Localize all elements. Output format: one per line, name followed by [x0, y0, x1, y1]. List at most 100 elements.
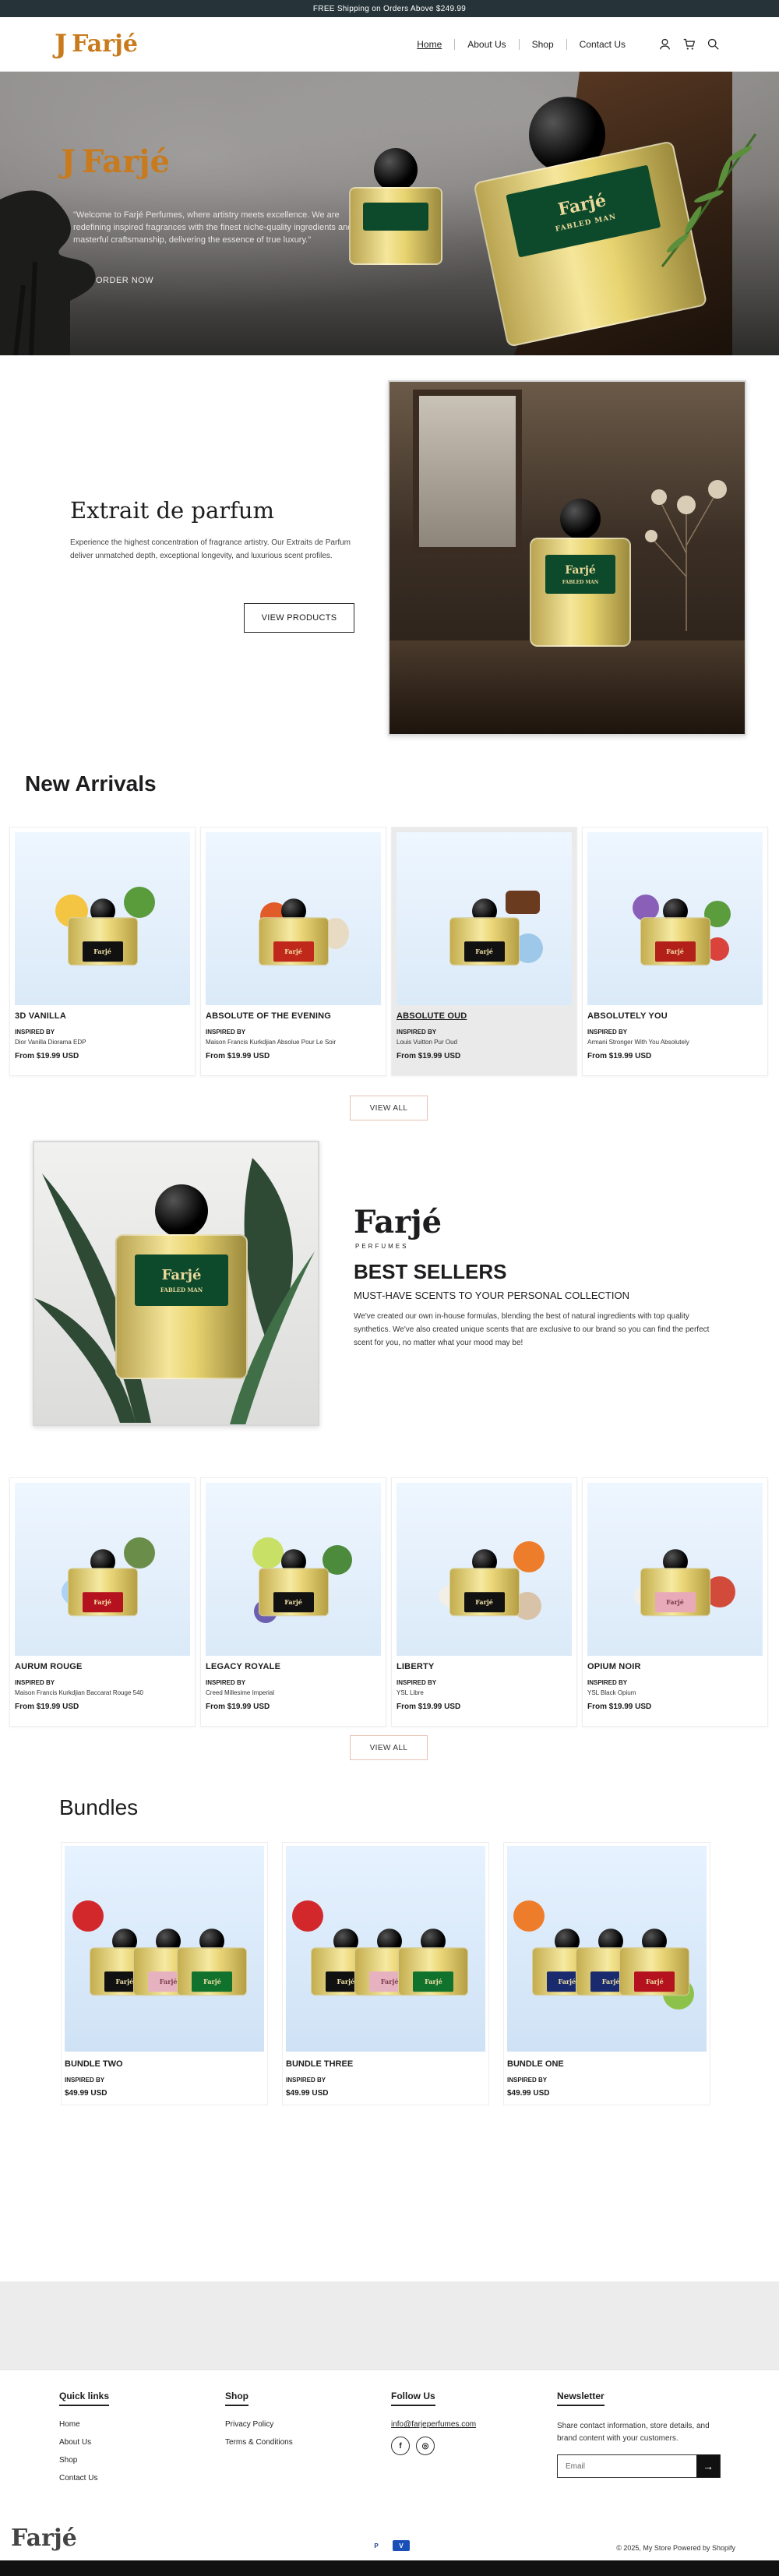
inspired-label: INSPIRED BY [15, 1679, 55, 1686]
product-price: From $19.99 USD [15, 1703, 79, 1711]
instagram-icon[interactable]: ◎ [416, 2437, 435, 2455]
nav-home[interactable]: Home [404, 38, 456, 50]
footer-link-about-us[interactable]: About Us [59, 2438, 109, 2447]
product-price: From $19.99 USD [397, 1052, 461, 1060]
logo-mark: J [55, 28, 68, 60]
best-bottle-name: FABLED MAN [160, 1286, 203, 1293]
site-logo[interactable]: J Farjé [55, 29, 138, 60]
hero-logo: J Farjé [61, 143, 170, 180]
inspired-by: YSL Libre [397, 1689, 424, 1696]
bundle-price: $49.99 USD [65, 2089, 108, 2098]
footer-email-link[interactable]: info@farjeperfumes.com [391, 2420, 476, 2429]
extrait-text: Experience the highest concentration of … [70, 538, 351, 560]
payment-icons: P V [368, 2540, 410, 2551]
nav-about-us[interactable]: About Us [455, 38, 520, 50]
hero-small-bottle [349, 148, 442, 265]
extrait-photo: Farjé FABLED MAN [388, 380, 746, 736]
inspired-label: INSPIRED BY [507, 2077, 548, 2084]
inspired-by: Maison Francis Kurkdjian Baccarat Rouge … [15, 1689, 143, 1696]
product-name: 3D VANILLA [15, 1011, 66, 1021]
logo-text: Farjé [72, 30, 138, 58]
account-icon[interactable] [658, 37, 671, 51]
extrait-section: Extrait de parfum Experience the highest… [0, 355, 779, 768]
view-products-button[interactable]: VIEW PRODUCTS [244, 603, 354, 633]
inspired-label: INSPIRED BY [397, 1679, 437, 1686]
bottle-label: Farjé [654, 941, 696, 962]
footer-link-terms[interactable]: Terms & Conditions [225, 2438, 293, 2447]
best-bottle-brand: Farjé [161, 1267, 202, 1283]
bundle-card[interactable]: Farjé Farjé Farjé BUNDLE TWO INSPIRED BY… [61, 1842, 268, 2105]
inspired-label: INSPIRED BY [65, 2077, 105, 2084]
product-image: Farjé [397, 832, 572, 1005]
gray-band [0, 2281, 779, 2370]
footer-shop: Shop Privacy Policy Terms & Conditions [225, 2389, 293, 2456]
footer-link-home[interactable]: Home [59, 2420, 109, 2429]
inspired-label: INSPIRED BY [206, 1679, 246, 1686]
bundle-image: Farjé Farjé Farjé [65, 1846, 264, 2052]
cart-icon[interactable] [682, 37, 696, 51]
bundle-price: $49.99 USD [507, 2089, 550, 2098]
footer-follow: Follow Us info@farjeperfumes.com f ◎ [391, 2389, 476, 2455]
footer-bottom-bar [0, 2560, 779, 2576]
facebook-icon[interactable]: f [391, 2437, 410, 2455]
rosemary-sprig [661, 133, 757, 267]
bundle-image: Farjé Farjé Farjé [507, 1846, 707, 2052]
product-card[interactable]: Farjé LIBERTY INSPIRED BY YSL Libre From… [391, 1477, 577, 1727]
product-price: From $19.99 USD [587, 1052, 652, 1060]
newsletter-email-field[interactable]: Email → [557, 2454, 721, 2478]
nav-shop[interactable]: Shop [520, 38, 567, 50]
arrow-right-icon[interactable]: → [696, 2454, 720, 2478]
inspired-label: INSPIRED BY [15, 1029, 55, 1036]
extrait-title: Extrait de parfum [70, 497, 275, 524]
hero-banner: J Farjé "Welcome to Farjé Perfumes, wher… [0, 72, 779, 355]
visa-icon: V [393, 2540, 410, 2551]
copyright-text: © 2025, My Store Powered by Shopify [616, 2544, 735, 2552]
bundle-card[interactable]: Farjé Farjé Farjé BUNDLE ONE INSPIRED BY… [503, 1842, 710, 2105]
shop-title: Shop [225, 2391, 249, 2406]
product-image: Farjé [206, 1483, 381, 1656]
best-sellers-text: We've created our own in-house formulas,… [354, 1312, 710, 1347]
product-card[interactable]: Farjé ABSOLUTE OUD INSPIRED BY Louis Vui… [391, 827, 577, 1076]
product-name: LIBERTY [397, 1662, 435, 1671]
footer-link-privacy-policy[interactable]: Privacy Policy [225, 2420, 293, 2429]
product-price: From $19.99 USD [15, 1052, 79, 1060]
best-sellers-view-all-button[interactable]: VIEW ALL [350, 1735, 428, 1760]
footer-newsletter: Newsletter Share contact information, st… [557, 2389, 721, 2478]
bundle-name: BUNDLE TWO [65, 2059, 123, 2069]
inspired-label: INSPIRED BY [206, 1029, 246, 1036]
bundle-price: $49.99 USD [286, 2089, 329, 2098]
product-card[interactable]: Farjé OPIUM NOIR INSPIRED BY YSL Black O… [582, 1477, 768, 1727]
product-card[interactable]: Farjé ABSOLUTE OF THE EVENING INSPIRED B… [200, 827, 386, 1076]
best-sellers-brand: Farjé [354, 1204, 442, 1240]
search-icon[interactable] [707, 37, 720, 51]
footer-link-shop[interactable]: Shop [59, 2456, 109, 2465]
inspired-by: YSL Black Opium [587, 1689, 636, 1696]
product-image: Farjé [15, 1483, 190, 1656]
product-image: Farjé [206, 832, 381, 1005]
footer-quick-links: Quick links Home About Us Shop Contact U… [59, 2389, 110, 2492]
product-name: OPIUM NOIR [587, 1662, 641, 1671]
order-now-button[interactable]: ORDER NOW [96, 276, 153, 285]
newsletter-text: Share contact information, store details… [557, 2422, 710, 2443]
new-arrivals-grid: Farjé 3D VANILLA INSPIRED BY Dior Vanill… [9, 827, 770, 1076]
product-name: ABSOLUTE OF THE EVENING [206, 1011, 332, 1021]
product-card[interactable]: Farjé AURUM ROUGE INSPIRED BY Maison Fra… [9, 1477, 196, 1727]
bottle-label: Farjé [464, 941, 505, 962]
bundle-card[interactable]: Farjé Farjé Farjé BUNDLE THREE INSPIRED … [282, 1842, 489, 2105]
inspired-by: Dior Vanilla Diorama EDP [15, 1039, 86, 1046]
product-image: Farjé [15, 832, 190, 1005]
bottle-label: Farjé [82, 941, 123, 962]
page: FREE Shipping on Orders Above $249.99 J … [0, 0, 779, 2576]
inspired-label: INSPIRED BY [397, 1029, 437, 1036]
product-card[interactable]: Farjé LEGACY ROYALE INSPIRED BY Creed Mi… [200, 1477, 386, 1727]
nav-contact-us[interactable]: Contact Us [567, 39, 638, 50]
product-card[interactable]: Farjé 3D VANILLA INSPIRED BY Dior Vanill… [9, 827, 196, 1076]
product-card[interactable]: Farjé ABSOLUTELY YOU INSPIRED BY Armani … [582, 827, 768, 1076]
product-image: Farjé [397, 1483, 572, 1656]
extrait-bottle-name: FABLED MAN [562, 579, 599, 585]
footer-logo: Farjé [11, 2525, 77, 2552]
best-sellers-title: BEST SELLERS [354, 1260, 507, 1283]
newsletter-title: Newsletter [557, 2391, 605, 2406]
new-arrivals-view-all-button[interactable]: VIEW ALL [350, 1096, 428, 1120]
footer-link-contact-us[interactable]: Contact Us [59, 2474, 109, 2482]
